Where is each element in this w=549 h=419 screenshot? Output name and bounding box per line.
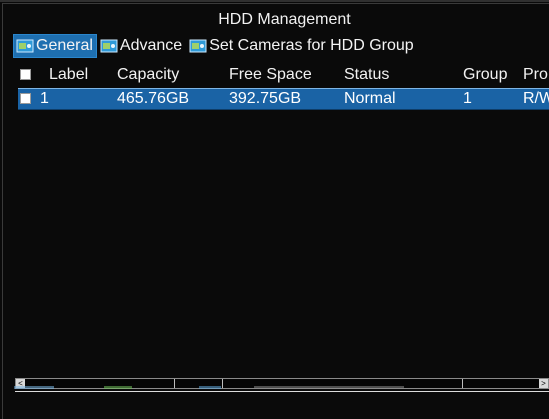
column-header-capacity: Capacity [117, 66, 180, 83]
cell-status: Normal [344, 90, 396, 107]
tab-set-cameras-label: Set Cameras for HDD Group [209, 37, 414, 54]
window-title: HDD Management [218, 11, 351, 28]
scrollbar-tick [462, 379, 463, 388]
cell-property: R/W [523, 90, 549, 107]
column-header-property: Pro [523, 66, 548, 83]
bottom-divider [15, 391, 549, 392]
column-header-group: Group [463, 66, 508, 83]
tab-set-cameras[interactable]: Set Cameras for HDD Group [187, 35, 417, 57]
row-checkbox[interactable] [20, 93, 31, 104]
hdd-icon [100, 39, 118, 53]
column-header-free-space: Free Space [229, 66, 312, 83]
window-top-edge [0, 0, 549, 2]
cell-group: 1 [463, 90, 472, 107]
hdd-icon [189, 39, 207, 53]
table-row[interactable]: 1 465.76GB 392.75GB Normal 1 R/W [18, 88, 549, 110]
tab-advance-label: Advance [119, 37, 183, 54]
chevron-right-icon: > [541, 379, 546, 388]
cell-capacity: 465.76GB [117, 90, 190, 107]
column-header-label: Label [49, 66, 89, 83]
table-header: Label Capacity Free Space Status Group P… [18, 64, 549, 86]
hdd-icon [16, 39, 34, 53]
tab-bar: General Advance Set Cameras for HDD Grou… [13, 34, 419, 58]
select-all-checkbox[interactable] [20, 69, 31, 80]
scroll-right-button[interactable]: > [539, 379, 548, 388]
tab-general-label: General [36, 37, 93, 54]
cell-free-space: 392.75GB [229, 90, 302, 107]
column-header-status: Status [344, 66, 390, 83]
tab-advance[interactable]: Advance [98, 35, 185, 57]
cell-label: 1 [40, 90, 49, 107]
tab-general[interactable]: General [13, 34, 97, 58]
